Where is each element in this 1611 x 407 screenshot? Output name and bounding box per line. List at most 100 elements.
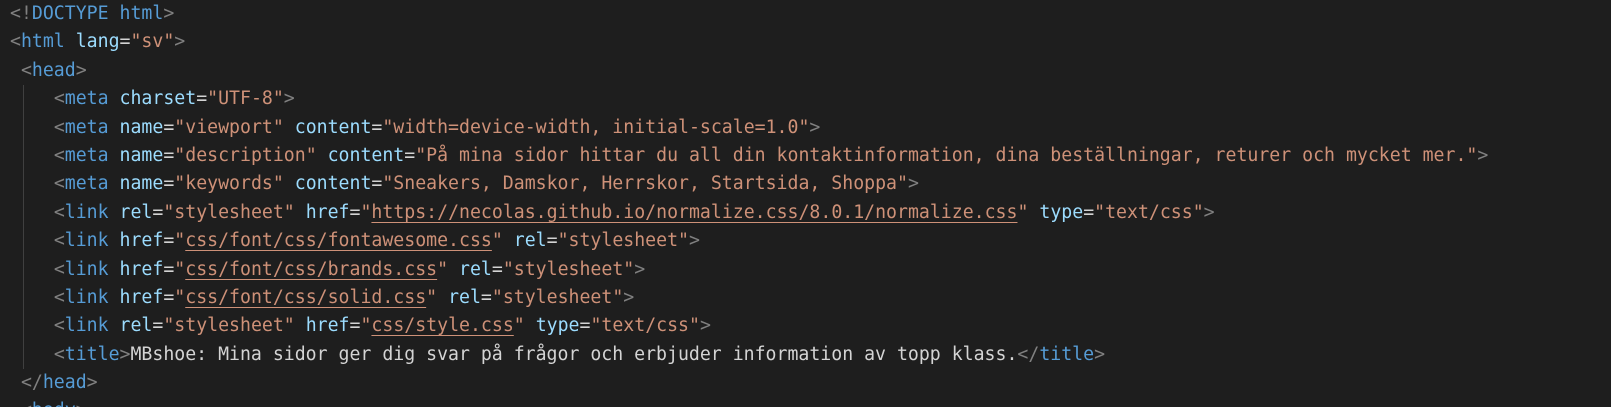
code-token-tag: head (31, 59, 76, 81)
code-editor[interactable]: <!DOCTYPE html> <html lang="sv"> <head> <… (0, 0, 1611, 407)
code-token-attr: charset (119, 88, 197, 110)
code-token-bracket: < (20, 59, 32, 81)
code-token-bracket: > (76, 400, 87, 407)
code-token-eq: = (404, 144, 416, 166)
code-line[interactable]: <title>MBshoe: Mina sidor ger dig svar p… (10, 340, 1488, 370)
code-token-bracket: < (53, 286, 65, 308)
code-token-bracket: < (53, 230, 65, 252)
code-token-attr: name (119, 116, 164, 138)
code-token-str: " (360, 201, 372, 223)
code-line[interactable]: <link rel="stylesheet" href="css/style.c… (10, 312, 1488, 341)
code-line[interactable]: <meta charset="UTF-8"> (10, 85, 1488, 114)
code-token-bracket: < (53, 315, 65, 337)
code-token-str: "stylesheet" (557, 230, 689, 252)
code-token-str: "stylesheet" (502, 258, 635, 280)
code-token-attr: rel (119, 201, 153, 223)
indent-guide (23, 255, 24, 284)
code-line[interactable]: <link href="css/font/css/solid.css" rel=… (10, 283, 1488, 313)
code-token-text: MBshoe: Mina sidor ger dig svar på frågo… (130, 343, 1018, 365)
code-token-link[interactable]: https://necolas.github.io/normalize.css/… (371, 202, 1017, 223)
indent-guide (23, 141, 24, 171)
code-token-str: "Sneakers, Damskor, Herrskor, Startsida,… (382, 173, 908, 195)
code-line[interactable]: <meta name="description" content="På min… (10, 141, 1488, 171)
code-token-bracket: < (21, 400, 32, 407)
code-token-eq: = (152, 201, 164, 223)
code-token-bracket: > (688, 230, 700, 252)
indent-guide (23, 170, 24, 199)
code-token-eq: = (163, 116, 175, 138)
code-line[interactable]: <link href="css/font/css/brands.css" rel… (10, 255, 1488, 284)
code-token-attr: content (294, 173, 372, 195)
code-token-bracket: < (53, 88, 65, 110)
code-token-eq: = (349, 201, 361, 223)
code-token-tag: meta (64, 116, 109, 138)
code-line[interactable]: <link rel="stylesheet" href="https://nec… (10, 198, 1488, 228)
code-line[interactable]: <link href="css/font/css/fontawesome.css… (10, 227, 1488, 256)
code-token-tag: DOCTYPE (31, 3, 109, 24)
code-token-bracket: < (10, 31, 21, 53)
code-token-str: "stylesheet" (163, 315, 295, 337)
code-token-bracket: > (623, 286, 635, 308)
code-token-eq: = (119, 31, 131, 53)
code-line[interactable]: <html lang="sv"> (10, 28, 1488, 56)
code-token-bracket: > (1094, 343, 1106, 365)
code-token-tag: meta (64, 88, 109, 110)
code-line[interactable]: <head> (10, 57, 1488, 85)
code-line[interactable]: <meta name="keywords" content="Sneakers,… (10, 170, 1488, 199)
code-token-eq: = (1083, 201, 1095, 223)
code-token-bracket: > (634, 258, 646, 280)
code-token-link[interactable]: css/font/css/fontawesome.css (185, 230, 492, 251)
code-token-tag: body (32, 400, 76, 407)
code-line[interactable]: <!DOCTYPE html> (10, 0, 1488, 28)
code-token-bracket: > (809, 116, 821, 138)
code-token-eq: = (163, 258, 175, 280)
code-token-attr: lang (75, 31, 120, 53)
code-token-str: "viewport" (174, 116, 284, 138)
indent-guide (23, 340, 24, 370)
code-token-link[interactable]: css/font/css/brands.css (185, 259, 437, 280)
code-token-link[interactable]: css/style.css (371, 315, 513, 336)
code-token-attr: name (119, 144, 164, 166)
code-token-str: "width=device-width, initial-scale=1.0" (382, 116, 810, 138)
code-token-eq: = (196, 88, 208, 110)
code-token-str: "sv" (130, 31, 175, 53)
code-token-attr: rel (119, 315, 153, 337)
code-token-attr: href (305, 201, 350, 223)
code-token-bracket: < (53, 116, 65, 138)
code-token-eq: = (371, 116, 383, 138)
code-token-bracket: < (53, 258, 65, 280)
code-token-bracket: > (1203, 201, 1215, 223)
code-content[interactable]: <!DOCTYPE html> <html lang="sv"> <head> <… (10, 0, 1488, 407)
code-token-str: "stylesheet" (163, 201, 295, 223)
code-token-str: "text/css" (590, 315, 700, 337)
code-token-attr: content (327, 144, 405, 166)
code-token-link[interactable]: css/font/css/solid.css (185, 287, 426, 308)
code-token-bracket: < (53, 201, 65, 223)
code-token-str: " (174, 258, 186, 280)
code-token-bracket: > (174, 31, 186, 53)
code-token-attr: name (119, 173, 164, 195)
code-token-bracket: > (283, 88, 295, 110)
code-line[interactable]: <meta name="viewport" content="width=dev… (10, 113, 1488, 142)
code-line[interactable]: </head> (10, 369, 1488, 397)
code-line[interactable]: <body> (10, 397, 1488, 407)
